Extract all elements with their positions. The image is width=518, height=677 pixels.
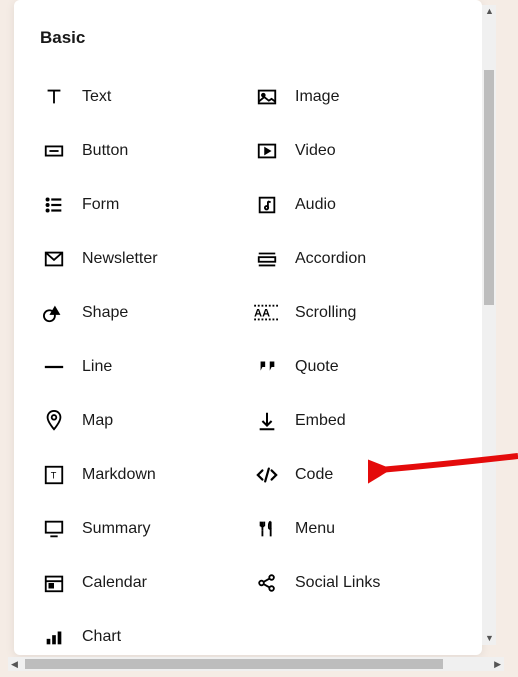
vertical-scrollbar[interactable]: ▲ ▼ [482, 5, 496, 645]
block-label: Quote [295, 358, 339, 376]
block-label: Line [82, 358, 112, 376]
markdown-icon: T [40, 461, 68, 489]
image-icon [253, 83, 281, 111]
block-item-newsletter[interactable]: Newsletter [40, 232, 243, 286]
block-item-image[interactable]: Image [253, 70, 456, 124]
chart-icon [40, 623, 68, 651]
block-label: Map [82, 412, 113, 430]
social-icon [253, 569, 281, 597]
block-label: Embed [295, 412, 346, 430]
shape-icon [40, 299, 68, 327]
block-item-button[interactable]: Button [40, 124, 243, 178]
block-item-chart[interactable]: Chart [40, 610, 243, 655]
block-label: Chart [82, 628, 121, 646]
horizontal-scrollbar[interactable]: ◀ ▶ [8, 657, 504, 671]
newsletter-icon [40, 245, 68, 273]
block-label: Markdown [82, 466, 156, 484]
block-label: Social Links [295, 574, 380, 592]
quote-icon [253, 353, 281, 381]
block-label: Code [295, 466, 333, 484]
accordion-icon [253, 245, 281, 273]
scroll-right-icon[interactable]: ▶ [494, 659, 501, 670]
block-label: Video [295, 142, 336, 160]
block-label: Menu [295, 520, 335, 538]
block-label: Summary [82, 520, 150, 538]
section-title: Basic [40, 28, 456, 48]
block-label: Accordion [295, 250, 366, 268]
svg-text:T: T [51, 471, 57, 481]
block-label: Calendar [82, 574, 147, 592]
block-item-summary[interactable]: Summary [40, 502, 243, 556]
block-label: Text [82, 88, 111, 106]
calendar-icon [40, 569, 68, 597]
block-item-shape[interactable]: Shape [40, 286, 243, 340]
block-label: Newsletter [82, 250, 158, 268]
block-item-social[interactable]: Social Links [253, 556, 456, 610]
video-icon [253, 137, 281, 165]
block-label: Image [295, 88, 339, 106]
block-label: Form [82, 196, 119, 214]
map-icon [40, 407, 68, 435]
block-label: Audio [295, 196, 336, 214]
form-icon [40, 191, 68, 219]
block-label: Button [82, 142, 128, 160]
blocks-panel: Basic Text Image Button Video [14, 0, 482, 655]
scroll-left-icon[interactable]: ◀ [11, 659, 18, 670]
block-item-audio[interactable]: Audio [253, 178, 456, 232]
button-icon [40, 137, 68, 165]
block-item-menu[interactable]: Menu [253, 502, 456, 556]
block-item-accordion[interactable]: Accordion [253, 232, 456, 286]
block-item-markdown[interactable]: T Markdown [40, 448, 243, 502]
block-item-scrolling[interactable]: AA Scrolling [253, 286, 456, 340]
scroll-up-icon[interactable]: ▲ [485, 7, 494, 16]
block-item-form[interactable]: Form [40, 178, 243, 232]
block-item-code[interactable]: Code [253, 448, 456, 502]
line-icon [40, 353, 68, 381]
scrolling-icon: AA [253, 299, 281, 327]
audio-icon [253, 191, 281, 219]
block-label: Shape [82, 304, 128, 322]
block-item-quote[interactable]: Quote [253, 340, 456, 394]
embed-icon [253, 407, 281, 435]
menu-icon [253, 515, 281, 543]
block-item-embed[interactable]: Embed [253, 394, 456, 448]
horizontal-scroll-thumb[interactable] [25, 659, 443, 669]
block-item-text[interactable]: Text [40, 70, 243, 124]
vertical-scroll-thumb[interactable] [484, 70, 494, 305]
block-item-line[interactable]: Line [40, 340, 243, 394]
scroll-down-icon[interactable]: ▼ [485, 634, 494, 643]
svg-text:AA: AA [254, 308, 270, 320]
block-item-calendar[interactable]: Calendar [40, 556, 243, 610]
code-icon [253, 461, 281, 489]
block-item-video[interactable]: Video [253, 124, 456, 178]
summary-icon [40, 515, 68, 543]
text-icon [40, 83, 68, 111]
block-item-map[interactable]: Map [40, 394, 243, 448]
block-label: Scrolling [295, 304, 356, 322]
blocks-grid: Text Image Button Video Form [40, 70, 456, 655]
